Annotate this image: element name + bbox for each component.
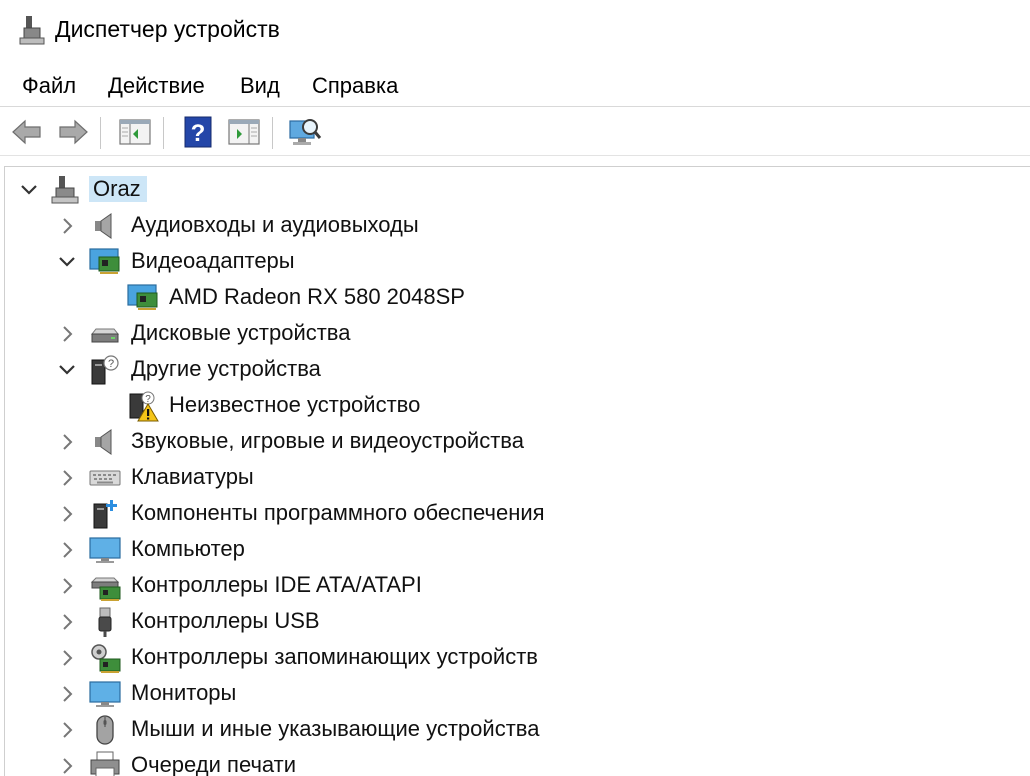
show-hide-console-tree-icon[interactable]: [118, 115, 152, 149]
tree-item-label: Контроллеры запоминающих устройств: [131, 644, 538, 669]
toolbar-separator: [100, 117, 101, 149]
monitor-icon: [89, 678, 121, 710]
chevron-down-icon[interactable]: [57, 360, 77, 380]
back-arrow-icon[interactable]: [10, 115, 44, 149]
tree-item-label: AMD Radeon RX 580 2048SP: [169, 284, 465, 309]
window-title: Диспетчер устройств: [55, 16, 280, 42]
tree-category-keyboards[interactable]: Клавиатуры: [5, 460, 1025, 496]
toolbar-separator-line: [0, 155, 1030, 156]
display-adapter-icon: [127, 282, 159, 314]
action-pane-icon[interactable]: [227, 115, 261, 149]
tree-item-label: Неизвестное устройство: [169, 392, 421, 417]
warning-device-icon: ?: [127, 390, 159, 422]
tree-category-monitors[interactable]: Мониторы: [5, 676, 1025, 712]
tree-category-mice[interactable]: Мыши и иные указывающие устройства: [5, 712, 1025, 748]
menu-help[interactable]: Справка: [312, 73, 398, 99]
tree-item-label: Клавиатуры: [131, 464, 254, 489]
tree-item-label: Контроллеры USB: [131, 608, 320, 633]
chevron-down-icon[interactable]: [19, 180, 39, 200]
chevron-right-icon[interactable]: [57, 432, 77, 452]
chevron-right-icon[interactable]: [57, 612, 77, 632]
tree-item-label: Мыши и иные указывающие устройства: [131, 716, 540, 741]
tree-item-label: Мониторы: [131, 680, 237, 705]
tree-category-print-queues[interactable]: Очереди печати: [5, 748, 1025, 776]
device-manager-app-icon: [18, 16, 46, 51]
tree-item-label: Другие устройства: [131, 356, 321, 381]
tree-device-unknown[interactable]: ? Неизвестное устройство: [5, 388, 1025, 424]
tree-item-label: Видеоадаптеры: [131, 248, 295, 273]
svg-text:?: ?: [191, 120, 206, 147]
toolbar-separator: [272, 117, 273, 149]
menu-action[interactable]: Действие: [108, 73, 205, 99]
chevron-right-icon[interactable]: [57, 756, 77, 776]
menu-bar: Файл Действие Вид Справка: [0, 66, 1030, 106]
speaker-icon: [89, 210, 121, 242]
printer-icon: [89, 750, 121, 776]
ide-controller-icon: [89, 570, 121, 602]
menu-file[interactable]: Файл: [22, 73, 76, 99]
tree-category-sound-video-game[interactable]: Звуковые, игровые и видеоустройства: [5, 424, 1025, 460]
tree-category-storage-controllers[interactable]: Контроллеры запоминающих устройств: [5, 640, 1025, 676]
keyboard-icon: [89, 462, 121, 494]
storage-controller-icon: [89, 642, 121, 674]
tree-item-label: Компьютер: [131, 536, 245, 561]
menu-view[interactable]: Вид: [240, 73, 280, 99]
tree-category-usb-controllers[interactable]: Контроллеры USB: [5, 604, 1025, 640]
tree-category-disk-drives[interactable]: Дисковые устройства: [5, 316, 1025, 352]
chevron-right-icon[interactable]: [57, 684, 77, 704]
chevron-right-icon[interactable]: [57, 216, 77, 236]
title-bar: Диспетчер устройств: [0, 0, 1030, 66]
tree-category-display-adapters[interactable]: Видеоадаптеры: [5, 244, 1025, 280]
monitor-icon: [89, 534, 121, 566]
chevron-right-icon[interactable]: [57, 576, 77, 596]
tree-category-computer[interactable]: Компьютер: [5, 532, 1025, 568]
tree-item-label: Аудиовходы и аудиовыходы: [131, 212, 419, 237]
tree-item-label: Контроллеры IDE ATA/ATAPI: [131, 572, 422, 597]
chevron-right-icon[interactable]: [57, 504, 77, 524]
software-component-icon: [89, 498, 121, 530]
tree-item-label: Компоненты программного обеспечения: [131, 500, 545, 525]
unknown-device-icon: ?: [89, 354, 121, 386]
chevron-right-icon[interactable]: [57, 720, 77, 740]
chevron-right-icon[interactable]: [57, 540, 77, 560]
chevron-right-icon[interactable]: [57, 648, 77, 668]
tree-item-label: Очереди печати: [131, 752, 297, 776]
tree-item-label: Звуковые, игровые и видеоустройства: [131, 428, 524, 453]
svg-text:?: ?: [108, 358, 114, 370]
computer-root-icon: [49, 174, 81, 206]
svg-text:?: ?: [145, 394, 151, 405]
speaker-icon: [89, 426, 121, 458]
scan-hardware-icon[interactable]: [288, 115, 322, 149]
tree-root[interactable]: Oraz: [5, 172, 1025, 208]
forward-arrow-icon[interactable]: [56, 115, 90, 149]
toolbar-separator: [163, 117, 164, 149]
device-tree[interactable]: Oraz Аудиовходы и аудиовыходы Видеоадапт…: [4, 166, 1030, 776]
display-adapter-icon: [89, 246, 121, 278]
usb-icon: [89, 606, 121, 638]
tree-category-ide-controllers[interactable]: Контроллеры IDE ATA/ATAPI: [5, 568, 1025, 604]
tree-category-other-devices[interactable]: ? Другие устройства: [5, 352, 1025, 388]
disk-drive-icon: [89, 318, 121, 350]
tree-category-audio-io[interactable]: Аудиовходы и аудиовыходы: [5, 208, 1025, 244]
mouse-icon: [89, 714, 121, 746]
chevron-right-icon[interactable]: [57, 468, 77, 488]
chevron-right-icon[interactable]: [57, 324, 77, 344]
tree-device-amd-radeon[interactable]: AMD Radeon RX 580 2048SP: [5, 280, 1025, 316]
tree-root-label[interactable]: Oraz: [89, 176, 147, 202]
help-icon[interactable]: ?: [181, 115, 215, 149]
tree-item-label: Дисковые устройства: [131, 320, 351, 345]
tree-category-software-components[interactable]: Компоненты программного обеспечения: [5, 496, 1025, 532]
toolbar: ?: [0, 107, 1030, 155]
chevron-down-icon[interactable]: [57, 252, 77, 272]
